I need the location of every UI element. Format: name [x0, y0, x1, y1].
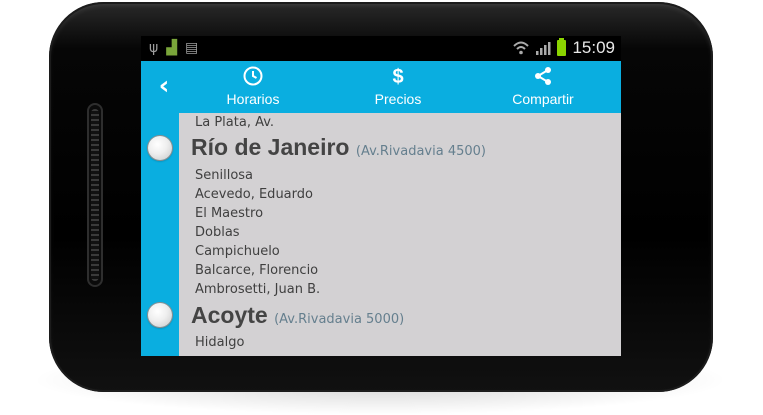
status-time: 15:09 — [572, 38, 615, 57]
horarios-label: Horarios — [226, 91, 280, 107]
status-bar: ψ ▟ ▤ 15:09 — [141, 36, 621, 61]
share-icon — [483, 65, 603, 89]
back-button[interactable]: ‹ — [151, 71, 177, 101]
precios-label: Precios — [374, 91, 422, 107]
phone-screen: ψ ▟ ▤ 15:09 ‹ Horarios $ Precios Compart… — [141, 36, 621, 356]
battery-icon — [557, 38, 567, 56]
station-radio-rio-de-janeiro[interactable] — [148, 136, 172, 160]
station-list-area: La Plata, Av. Río de Janeiro (Av.Rivadav… — [141, 113, 621, 356]
street-item: El Maestro — [195, 206, 264, 221]
station-address: (Av.Rivadavia 4500) — [355, 144, 486, 159]
station-list[interactable]: La Plata, Av. Río de Janeiro (Av.Rivadav… — [179, 113, 621, 356]
status-right-icons: 15:09 — [513, 38, 615, 58]
usb-icon: ψ — [149, 40, 159, 56]
sd-card-icon: ▤ — [185, 40, 199, 56]
street-item: Campichuelo — [195, 244, 280, 259]
station-title: Acoyte (Av.Rivadavia 5000) — [191, 301, 404, 334]
street-item: Hidalgo — [195, 335, 245, 350]
dollar-icon: $ — [392, 66, 404, 88]
station-name: Acoyte — [191, 302, 268, 328]
compartir-label: Compartir — [512, 91, 574, 107]
street-item: Acevedo, Eduardo — [195, 187, 313, 202]
speaker-grille — [87, 103, 103, 287]
station-name: Río de Janeiro — [191, 134, 350, 160]
android-icon: ▟ — [166, 40, 178, 56]
station-title: Río de Janeiro (Av.Rivadavia 4500) — [191, 133, 486, 166]
station-radio-acoyte[interactable] — [148, 303, 172, 327]
wifi-icon — [513, 41, 530, 55]
speaker-holes — [91, 109, 99, 281]
street-item: La Plata, Av. — [195, 115, 275, 130]
street-item: Doblas — [195, 225, 240, 240]
horarios-button[interactable]: Horarios — [193, 65, 313, 111]
chevron-left-icon: ‹ — [158, 71, 170, 101]
signal-icon — [536, 42, 551, 55]
status-left-icons: ψ ▟ ▤ — [149, 39, 198, 57]
compartir-button[interactable]: Compartir — [483, 65, 603, 111]
clock-icon — [193, 65, 313, 89]
street-item: Balcarce, Florencio — [195, 263, 319, 278]
action-bar: ‹ Horarios $ Precios Compartir — [141, 61, 621, 113]
station-address: (Av.Rivadavia 5000) — [274, 312, 405, 327]
precios-button[interactable]: $ Precios — [338, 65, 458, 111]
street-item: Ambrosetti, Juan B. — [195, 282, 321, 297]
street-item: Senillosa — [195, 168, 254, 183]
